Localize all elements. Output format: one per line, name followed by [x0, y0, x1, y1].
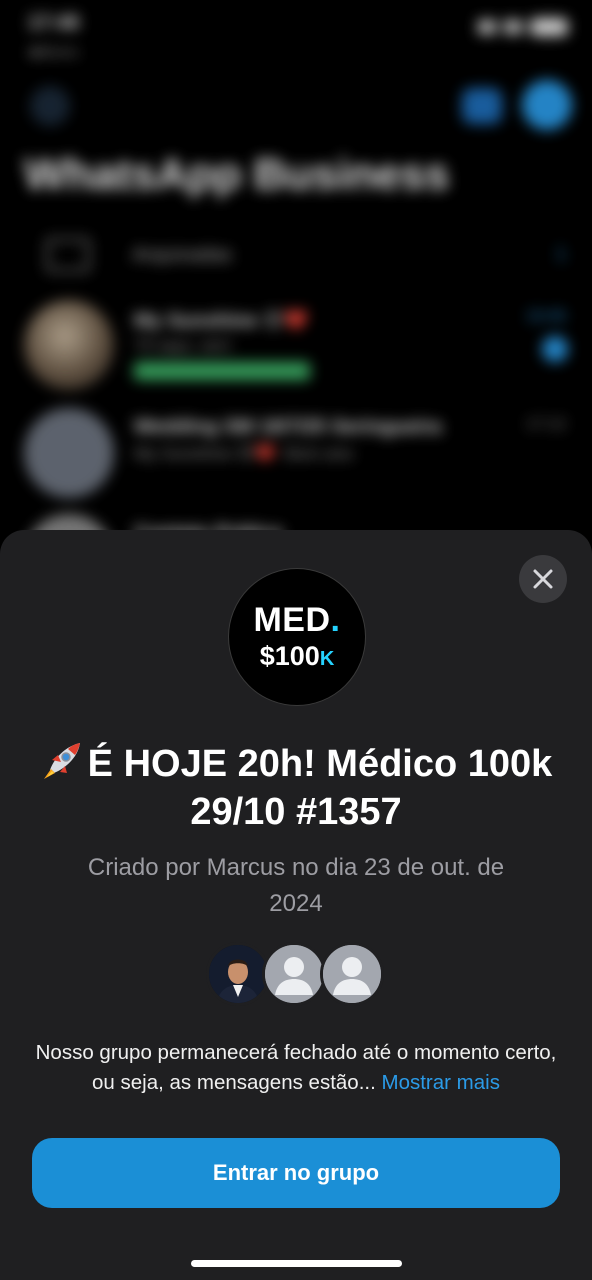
close-icon [533, 569, 553, 589]
created-by-text: Criado por Marcus no dia 23 de out. de 2… [87, 854, 505, 917]
status-back-link: ◀ Busca [28, 44, 78, 59]
person-icon [323, 945, 381, 1003]
status-indicators [478, 18, 568, 36]
chat-name: My Sunshine 😍❤️ [134, 310, 309, 332]
group-avatar-placeholder [24, 408, 114, 498]
member-avatar-placeholder [320, 942, 384, 1006]
person-photo-icon [209, 945, 267, 1003]
join-group-button[interactable]: Entrar no grupo [32, 1138, 560, 1208]
group-avatar: MED. $100K [228, 568, 366, 706]
avatar [24, 300, 114, 390]
chat-label-bar [134, 362, 310, 380]
member-avatar-placeholder [262, 942, 326, 1006]
wifi-icon [504, 20, 522, 34]
home-indicator[interactable] [191, 1260, 402, 1267]
member-avatars [206, 942, 386, 1006]
archive-icon [46, 238, 90, 272]
chat-name: Wedding SM 18/7/25 Seringueira [134, 416, 442, 438]
top-toolbar [24, 80, 572, 130]
app-title: WhatsApp Business [24, 150, 450, 199]
archived-label: Arquivadas [132, 244, 233, 266]
member-avatar [206, 942, 270, 1006]
chat-row: My Sunshine 😍❤️ Tô aqui, sim! 19:46 [24, 300, 572, 396]
chat-preview: Tô aqui, sim! [134, 336, 232, 355]
close-button[interactable] [519, 555, 567, 603]
group-avatar-logo-top: MED. [253, 601, 341, 639]
chat-time: 17:12 [525, 416, 566, 433]
unread-badge [542, 336, 568, 362]
status-bar: 17:48 ◀ Busca [28, 12, 568, 59]
chat-row: Wedding SM 18/7/25 Seringueira My Sunshi… [24, 408, 572, 504]
group-description: Nosso grupo permanecerá fechado até o mo… [26, 1038, 566, 1098]
archived-count: 1 [555, 244, 566, 264]
show-more-link[interactable]: Mostrar mais [382, 1071, 500, 1094]
background-chat-list: 17:48 ◀ Busca WhatsApp Business Arquivad… [0, 0, 592, 604]
group-title-text: É HOJE 20h! Médico 100k 29/10 #1357 [87, 743, 553, 833]
menu-icon [30, 86, 70, 126]
rocket-icon [43, 743, 80, 779]
status-time: 17:48 [28, 12, 80, 34]
battery-icon [530, 18, 568, 36]
signal-icon [478, 20, 496, 34]
person-icon [265, 945, 323, 1003]
group-avatar-logo-bottom: $100K [259, 641, 335, 671]
archived-row: Arquivadas 1 [46, 236, 566, 276]
chat-time: 19:46 [525, 308, 566, 325]
chat-preview: My Sunshine 😍❤️: Bom ano [134, 444, 354, 463]
camera-icon [462, 88, 502, 124]
new-chat-icon [522, 80, 572, 130]
group-title: É HOJE 20h! Médico 100k 29/10 #1357 [30, 740, 562, 836]
